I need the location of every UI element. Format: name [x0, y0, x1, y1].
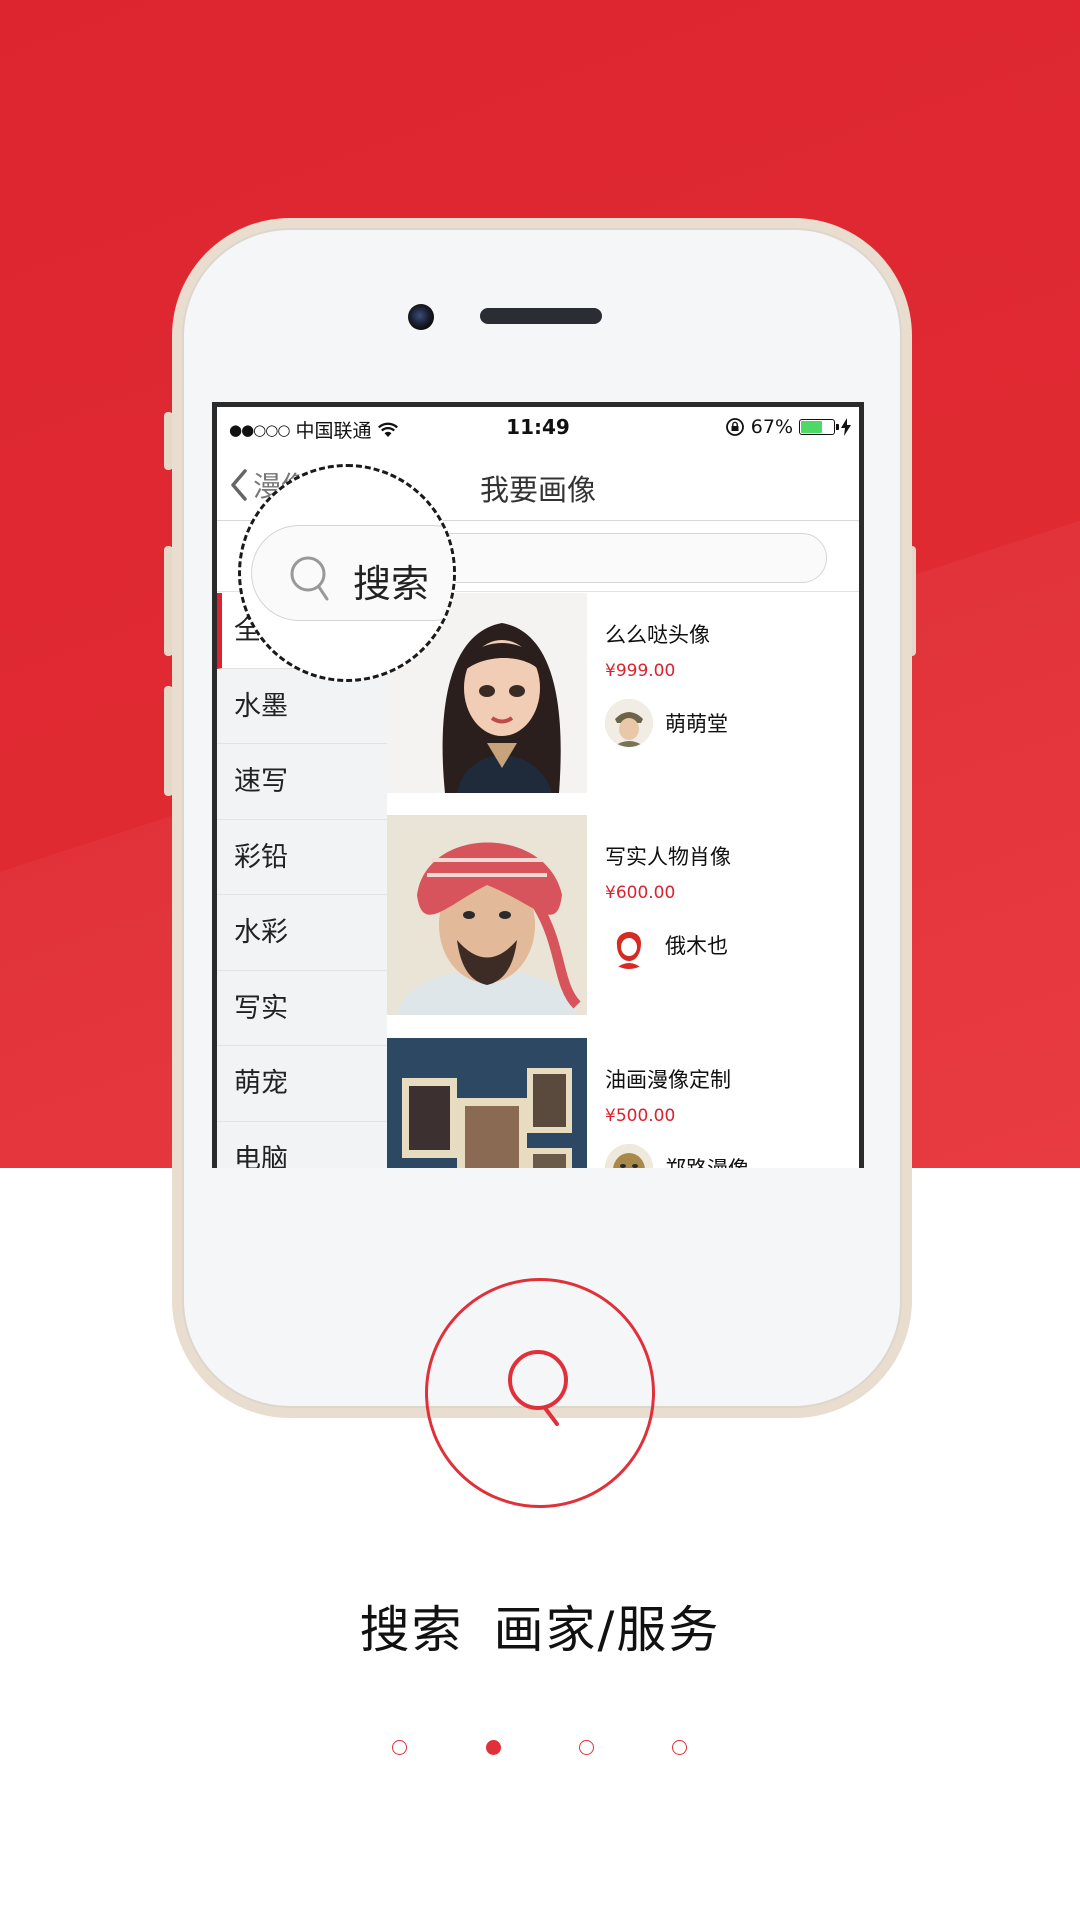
- product-price: ¥600.00: [605, 883, 676, 903]
- seller[interactable]: 郑路漫像: [605, 1144, 749, 1168]
- product-price: ¥999.00: [605, 661, 676, 681]
- seller[interactable]: 萌萌堂: [605, 699, 728, 747]
- battery-icon: [799, 419, 839, 435]
- status-right: 67%: [725, 416, 851, 438]
- product-title: 写实人物肖像: [605, 845, 731, 869]
- page-dot[interactable]: [672, 1740, 687, 1755]
- lens-search-label: 搜索: [353, 562, 430, 606]
- category-item[interactable]: 彩铅: [217, 820, 387, 895]
- seller-name: 郑路漫像: [665, 1153, 749, 1168]
- list-item[interactable]: 么么哒头像 ¥999.00 萌萌堂: [387, 593, 859, 793]
- category-label: 写实: [234, 992, 288, 1024]
- product-title: 么么哒头像: [605, 623, 710, 647]
- search-magnifier-callout: 搜索: [238, 464, 456, 682]
- product-image: [387, 815, 587, 1015]
- category-item[interactable]: 水彩: [217, 895, 387, 971]
- battery-fill: [801, 421, 823, 433]
- seller-name: 俄木也: [665, 934, 728, 958]
- status-bar: ●●○○○ 中国联通 11:49 67%: [217, 407, 859, 447]
- product-title: 油画漫像定制: [605, 1068, 731, 1092]
- battery-percent: 67%: [750, 416, 793, 438]
- category-label: 水彩: [234, 917, 288, 948]
- phone-camera: [408, 304, 434, 330]
- caption-part1: 搜索: [359, 1601, 464, 1659]
- list-item[interactable]: 油画漫像定制 ¥500.00 郑路漫像: [387, 1038, 859, 1168]
- category-item[interactable]: 萌宠: [217, 1046, 387, 1122]
- orientation-lock-icon: [725, 418, 744, 436]
- product-list: 么么哒头像 ¥999.00 萌萌堂 写实人物肖像 ¥600.00 俄木也 油画漫…: [387, 593, 859, 1168]
- onboarding-page: ●●○○○ 中国联通 11:49 67% 我要画像 水墨 速写 彩铅 水彩 写实…: [0, 0, 1080, 1920]
- product-image: [387, 1038, 587, 1168]
- category-item[interactable]: 写实: [217, 971, 387, 1046]
- page-dot[interactable]: [579, 1740, 594, 1755]
- category-label: 电脑: [234, 1143, 288, 1169]
- lens-active-indicator: [241, 627, 253, 679]
- category-label: 速写: [234, 766, 288, 797]
- category-item[interactable]: 速写: [217, 744, 387, 820]
- list-item[interactable]: 写实人物肖像 ¥600.00 俄木也: [387, 815, 859, 1015]
- product-price: ¥500.00: [605, 1106, 676, 1126]
- feature-caption: 搜索 画家/服务: [0, 1590, 1080, 1662]
- search-icon: [290, 556, 329, 601]
- category-label: 萌宠: [234, 1068, 288, 1099]
- avatar: [605, 699, 653, 747]
- page-dot[interactable]: [392, 1740, 407, 1755]
- page-dot[interactable]: [486, 1740, 501, 1755]
- page-indicator: [380, 1738, 700, 1758]
- category-label: 彩铅: [234, 841, 288, 873]
- seller[interactable]: 俄木也: [605, 921, 728, 969]
- caption-part2: 画家/服务: [493, 1601, 721, 1659]
- charging-bolt-icon: [841, 418, 851, 436]
- category-item[interactable]: 电脑: [217, 1122, 387, 1169]
- phone-speaker: [480, 308, 602, 324]
- avatar: [605, 1144, 653, 1168]
- seller-name: 萌萌堂: [665, 712, 728, 736]
- avatar: [605, 921, 653, 969]
- category-label: 水墨: [234, 690, 288, 722]
- search-icon: [508, 1350, 568, 1426]
